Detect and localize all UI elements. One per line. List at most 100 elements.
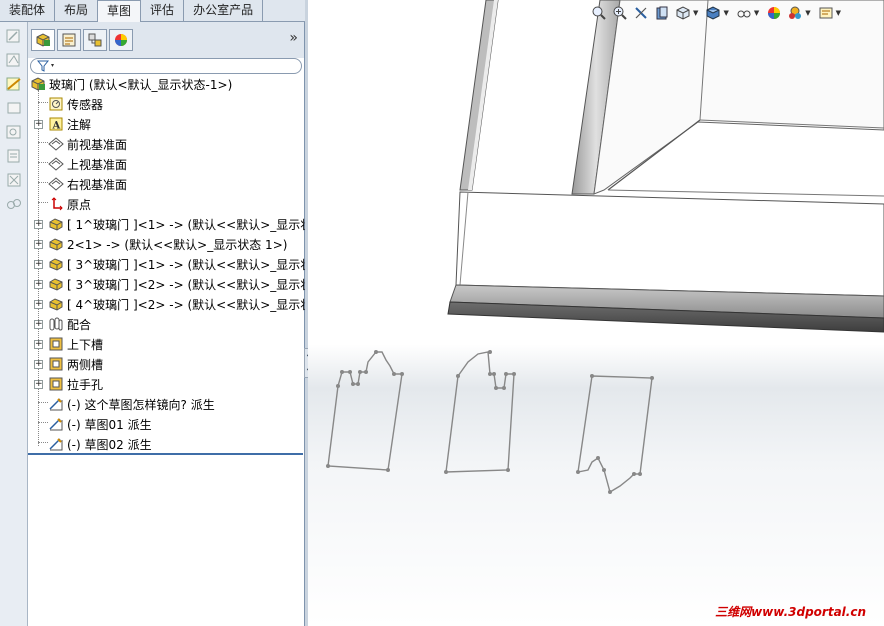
tree-item-label: 2<1> -> (默认<<默认>_显示状态 1>) (67, 237, 288, 252)
configuration-manager-tab[interactable] (83, 29, 107, 51)
tree-item-front-plane[interactable]: 前视基准面 (48, 134, 127, 154)
chevron-down-icon[interactable]: ▼ (693, 9, 698, 17)
expand-toggle[interactable]: + (34, 260, 43, 269)
filter-icon[interactable] (37, 60, 57, 72)
display-manager-tab[interactable] (109, 29, 133, 51)
graphics-area[interactable]: ▼ ▼ ▼ ▼ ▼ 三维网www.3dportal.cn (308, 0, 884, 626)
tab-sketch[interactable]: 草图 (98, 0, 142, 22)
panel-expand-arrows[interactable]: » (289, 30, 298, 46)
expand-toggle[interactable]: + (34, 120, 43, 129)
expand-toggle[interactable]: + (34, 300, 43, 309)
feature-tree: 玻璃门 (默认<默认_显示状态-1>) 传感器 + A 注解 前视基准面 上视基… (28, 76, 305, 454)
section-view-icon[interactable] (653, 4, 671, 22)
appearance-icon[interactable] (765, 4, 783, 22)
panel-tabs: » (28, 22, 304, 58)
tree-item-component-5[interactable]: [ 4^玻璃门 ]<2> -> (默认<<默认>_显示状 (48, 294, 305, 314)
feature-manager-tab[interactable] (31, 29, 55, 51)
heads-up-view-toolbar: ▼ ▼ ▼ ▼ ▼ (590, 4, 844, 22)
tab-assembly[interactable]: 装配体 (0, 0, 56, 21)
zoom-to-fit-icon[interactable] (590, 4, 608, 22)
tree-item-groove-top-bottom[interactable]: 上下槽 (48, 334, 103, 354)
tab-office-products[interactable]: 办公室产品 (184, 0, 264, 21)
tree-item-label: [ 1^玻璃门 ]<1> -> (默认<<默认>_显示状 (67, 217, 305, 232)
expand-toggle[interactable]: + (34, 360, 43, 369)
tab-evaluate[interactable]: 评估 (141, 0, 185, 21)
view-settings-icon[interactable] (817, 4, 835, 22)
tree-item-component-4[interactable]: [ 3^玻璃门 ]<2> -> (默认<<默认>_显示状 (48, 274, 305, 294)
rectangle-icon[interactable] (3, 98, 25, 118)
circle-icon[interactable] (3, 122, 25, 142)
previous-view-icon[interactable] (632, 4, 650, 22)
tree-item-label: 上视基准面 (67, 157, 128, 172)
trim-icon[interactable] (3, 146, 25, 166)
tree-item-sensors[interactable]: 传感器 (48, 94, 103, 114)
tree-item-handle-hole[interactable]: 拉手孔 (48, 374, 103, 394)
sketch-points-2 (444, 350, 516, 474)
tree-filter-field[interactable] (30, 58, 302, 74)
tree-item-right-plane[interactable]: 右视基准面 (48, 174, 127, 194)
zoom-area-icon[interactable] (611, 4, 629, 22)
feature-icon (48, 376, 64, 392)
chevron-down-icon[interactable]: ▼ (723, 9, 728, 17)
tree-item-label: [ 3^玻璃门 ]<1> -> (默认<<默认>_显示状 (67, 257, 305, 272)
feature-icon (48, 356, 64, 372)
tree-item-label: 配合 (67, 317, 92, 332)
line-icon[interactable] (3, 74, 25, 94)
part-icon (48, 236, 64, 252)
tree-item-top-plane[interactable]: 上视基准面 (48, 154, 127, 174)
tree-item-groove-sides[interactable]: 两侧槽 (48, 354, 103, 374)
sketch-profile-1 (327, 351, 403, 471)
sensor-icon (48, 96, 64, 112)
mirror-icon[interactable] (3, 194, 25, 214)
property-manager-tab[interactable] (57, 29, 81, 51)
tree-item-sketch-01[interactable]: (-) 草图01 派生 (48, 414, 152, 434)
display-style-icon[interactable] (704, 4, 722, 22)
expand-toggle[interactable]: + (34, 380, 43, 389)
tree-end-marker (28, 453, 303, 455)
tree-item-sketch-02[interactable]: (-) 草图02 派生 (48, 434, 152, 454)
sketch-icon[interactable] (3, 26, 25, 46)
tree-item-sketch-mirror[interactable]: (-) 这个草图怎样镜向? 派生 (48, 394, 215, 414)
svg-text:A: A (52, 121, 61, 132)
tree-item-component-3[interactable]: [ 3^玻璃门 ]<1> -> (默认<<默认>_显示状 (48, 254, 305, 274)
sketch-icon (48, 396, 64, 412)
plane-icon (48, 136, 64, 152)
tree-item-label: 拉手孔 (67, 377, 104, 392)
assembly-tree-icon (36, 33, 50, 47)
expand-toggle[interactable]: + (34, 240, 43, 249)
tree-item-origin[interactable]: 原点 (48, 194, 91, 214)
tree-item-label: (-) 草图01 派生 (67, 417, 152, 432)
tree-root[interactable]: 玻璃门 (默认<默认_显示状态-1>) (30, 76, 232, 94)
sketch-command-strip (0, 22, 28, 626)
scene-icon[interactable] (786, 4, 804, 22)
tree-item-component-1[interactable]: [ 1^玻璃门 ]<1> -> (默认<<默认>_显示状 (48, 214, 305, 234)
site-watermark: 三维网www.3dportal.cn (715, 605, 866, 619)
expand-toggle[interactable]: + (34, 280, 43, 289)
chevron-down-icon[interactable]: ▼ (754, 9, 759, 17)
annotation-icon: A (48, 116, 64, 132)
view-orientation-icon[interactable] (674, 4, 692, 22)
expand-toggle[interactable]: + (34, 220, 43, 229)
tab-layout[interactable]: 布局 (55, 0, 99, 21)
sketch-points-1 (326, 350, 404, 472)
tree-item-label: (-) 这个草图怎样镜向? 派生 (67, 397, 215, 412)
offset-icon[interactable] (3, 170, 25, 190)
chevron-down-icon[interactable]: ▼ (836, 9, 841, 17)
expand-toggle[interactable]: + (34, 340, 43, 349)
sketch-icon (48, 416, 64, 432)
tree-item-mates[interactable]: 配合 (48, 314, 91, 334)
chevron-down-icon[interactable]: ▼ (805, 9, 810, 17)
assembly-icon (30, 76, 46, 92)
property-icon (62, 33, 76, 47)
display-pie-icon (115, 34, 127, 46)
sketch-profile-2 (445, 351, 515, 473)
expand-toggle[interactable]: + (34, 320, 43, 329)
tree-item-component-2[interactable]: 2<1> -> (默认<<默认>_显示状态 1>) (48, 234, 287, 254)
command-manager-tabs: 装配体 布局 草图 评估 办公室产品 (0, 0, 305, 22)
tree-item-annotations[interactable]: A 注解 (48, 114, 91, 134)
smart-dimension-icon[interactable] (3, 50, 25, 70)
feature-icon (48, 336, 64, 352)
hide-show-icon[interactable] (735, 4, 753, 22)
tree-item-label: 原点 (67, 197, 92, 212)
tree-item-label: [ 4^玻璃门 ]<2> -> (默认<<默认>_显示状 (67, 297, 305, 312)
